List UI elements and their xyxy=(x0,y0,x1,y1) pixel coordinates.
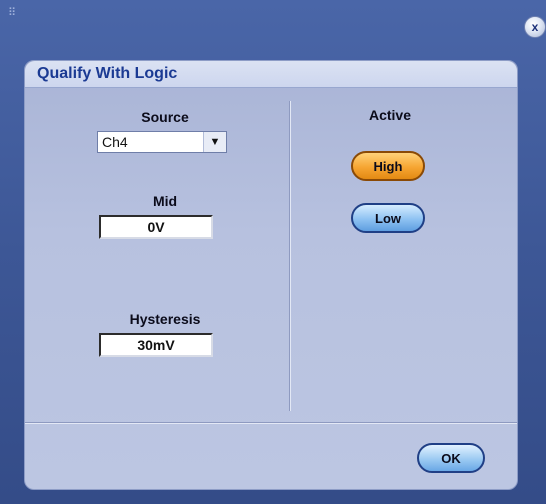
dialog-window: ⠿ x Qualify With Logic Source Ch4 ▼ Mid … xyxy=(0,0,546,504)
mid-label: Mid xyxy=(152,193,178,209)
source-selected-value: Ch4 xyxy=(102,134,128,150)
chevron-down-icon[interactable]: ▼ xyxy=(203,132,226,152)
active-label: Active xyxy=(368,107,412,123)
close-icon: x xyxy=(531,20,539,34)
panel-header: Qualify With Logic xyxy=(25,61,517,88)
footer-divider xyxy=(25,422,517,424)
active-high-button[interactable]: High xyxy=(351,151,425,181)
ok-button[interactable]: OK xyxy=(417,443,485,473)
source-select[interactable]: Ch4 ▼ xyxy=(97,131,227,153)
source-label: Source xyxy=(141,109,189,125)
panel-title: Qualify With Logic xyxy=(37,65,178,82)
qualify-panel: Qualify With Logic Source Ch4 ▼ Mid 0V H… xyxy=(24,60,518,490)
hysteresis-label: Hysteresis xyxy=(129,311,201,327)
vertical-divider xyxy=(289,101,291,411)
hysteresis-input[interactable]: 30mV xyxy=(99,333,213,357)
drag-grip-icon[interactable]: ⠿ xyxy=(8,8,18,19)
mid-input[interactable]: 0V xyxy=(99,215,213,239)
active-low-button[interactable]: Low xyxy=(351,203,425,233)
close-button[interactable]: x xyxy=(524,16,546,38)
